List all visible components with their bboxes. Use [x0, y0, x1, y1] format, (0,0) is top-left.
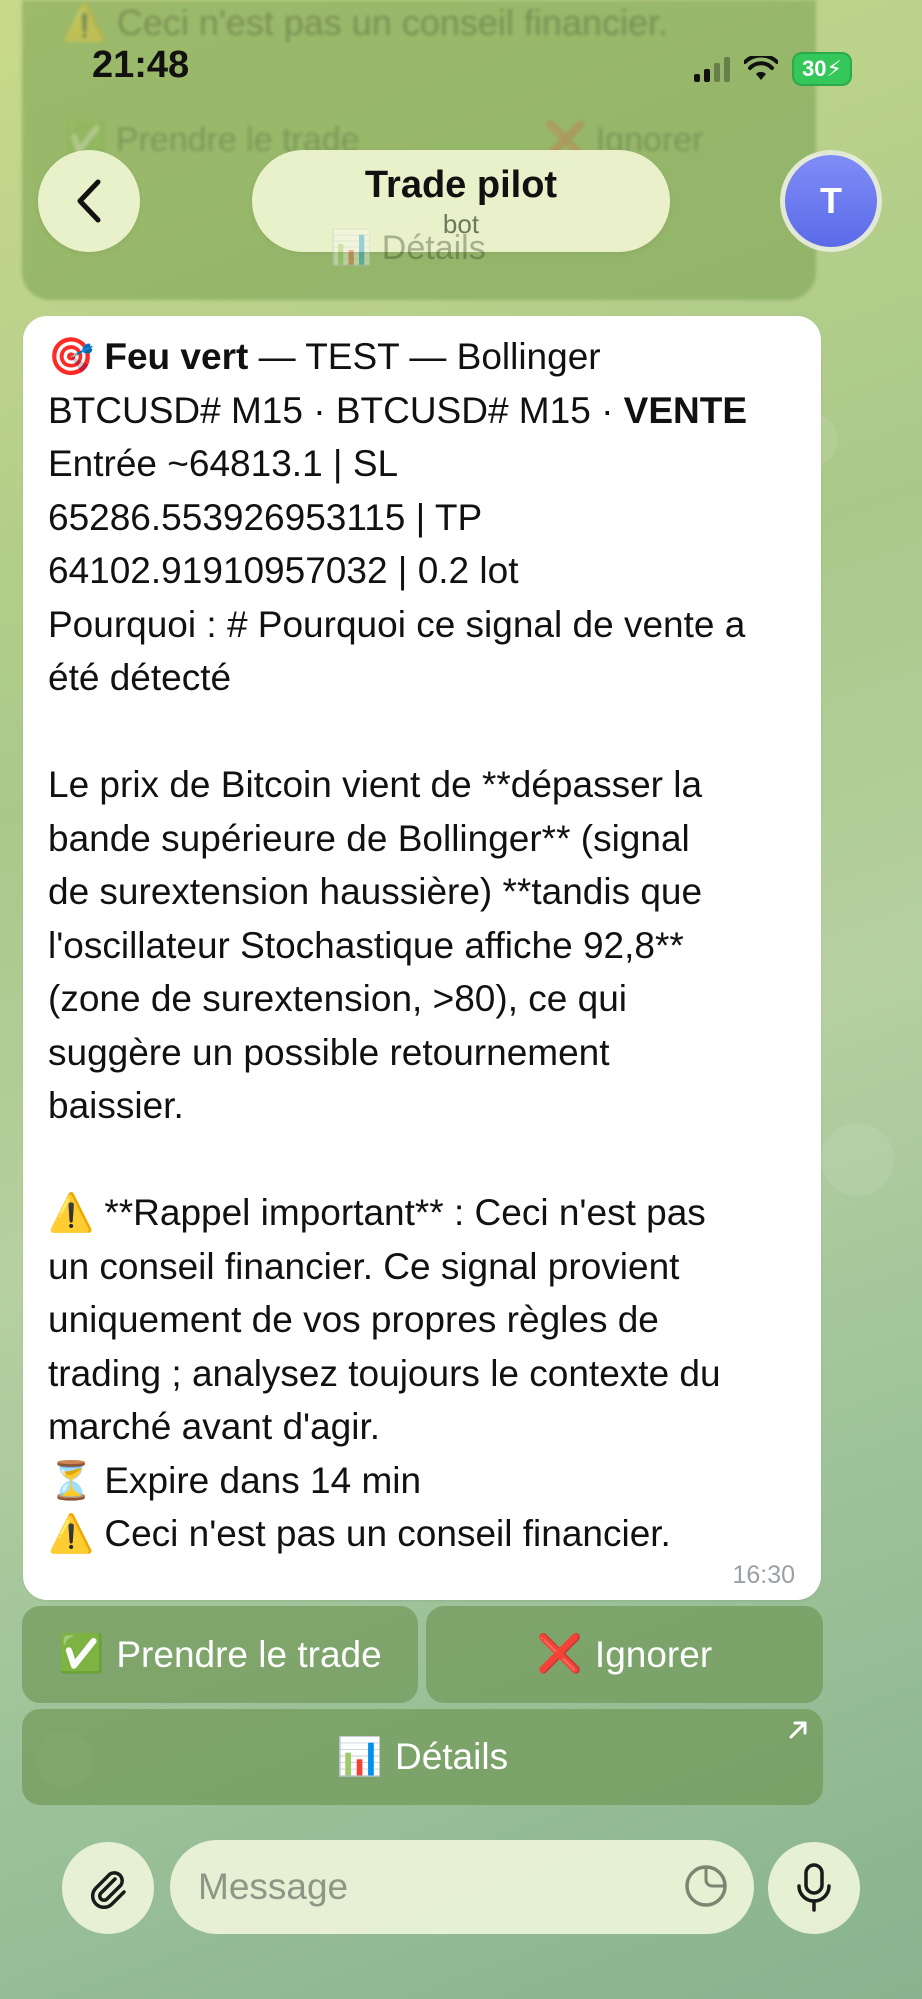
- avatar[interactable]: T: [780, 150, 882, 252]
- details-label: Détails: [394, 1736, 509, 1777]
- battery-indicator: 30⚡: [792, 52, 852, 86]
- message-input-container[interactable]: [170, 1840, 754, 1934]
- back-button[interactable]: [38, 150, 140, 252]
- chat-title: Trade pilot: [364, 164, 558, 206]
- chevron-left-icon: [77, 179, 101, 223]
- message-body: Entrée ~64813.1 | SL 65286.553926953115 …: [48, 443, 746, 1554]
- wifi-icon: [744, 56, 779, 80]
- status-icons: 30⚡: [694, 52, 852, 86]
- message-lead-bold: Feu vert: [104, 336, 249, 377]
- status-time: 21:48: [92, 44, 190, 86]
- sticker-icon[interactable]: [682, 1862, 730, 1910]
- message-line2-prefix: BTCUSD# M15 · BTCUSD# M15 ·: [48, 389, 624, 431]
- ignore-label: Ignorer: [594, 1633, 713, 1675]
- message-time: 16:30: [732, 1561, 795, 1589]
- check-icon: ✅: [58, 1633, 105, 1674]
- message-input[interactable]: [198, 1866, 658, 1908]
- take-trade-label: Prendre le trade: [116, 1633, 382, 1675]
- ignore-button[interactable]: ❌ Ignorer: [426, 1606, 823, 1703]
- message-bubble[interactable]: 🎯 Feu vert — TEST — Bollinger BTCUSD# M1…: [23, 316, 821, 1600]
- paperclip-icon: [90, 1871, 126, 1910]
- message-line1-rest: — TEST — Bollinger: [248, 336, 601, 377]
- details-button[interactable]: 📊 Détails: [22, 1709, 823, 1805]
- take-trade-button[interactable]: ✅ Prendre le trade: [22, 1606, 418, 1703]
- microphone-button[interactable]: [768, 1842, 860, 1934]
- target-emoji-icon: 🎯: [48, 336, 95, 377]
- arrow-up-right-icon: [789, 1721, 807, 1739]
- cross-icon: ❌: [536, 1633, 583, 1674]
- ghost-details-label: 📊 Détails: [330, 229, 486, 267]
- chart-icon: 📊: [336, 1735, 383, 1777]
- message-text: 🎯 Feu vert — TEST — Bollinger BTCUSD# M1…: [48, 330, 795, 1561]
- microphone-icon: [797, 1863, 831, 1912]
- status-bar: 21:48 30⚡: [0, 0, 922, 130]
- battery-level: 30: [802, 56, 827, 81]
- attach-button[interactable]: [62, 1842, 154, 1934]
- cellular-signal-icon: [694, 56, 731, 82]
- message-direction: VENTE: [623, 389, 748, 431]
